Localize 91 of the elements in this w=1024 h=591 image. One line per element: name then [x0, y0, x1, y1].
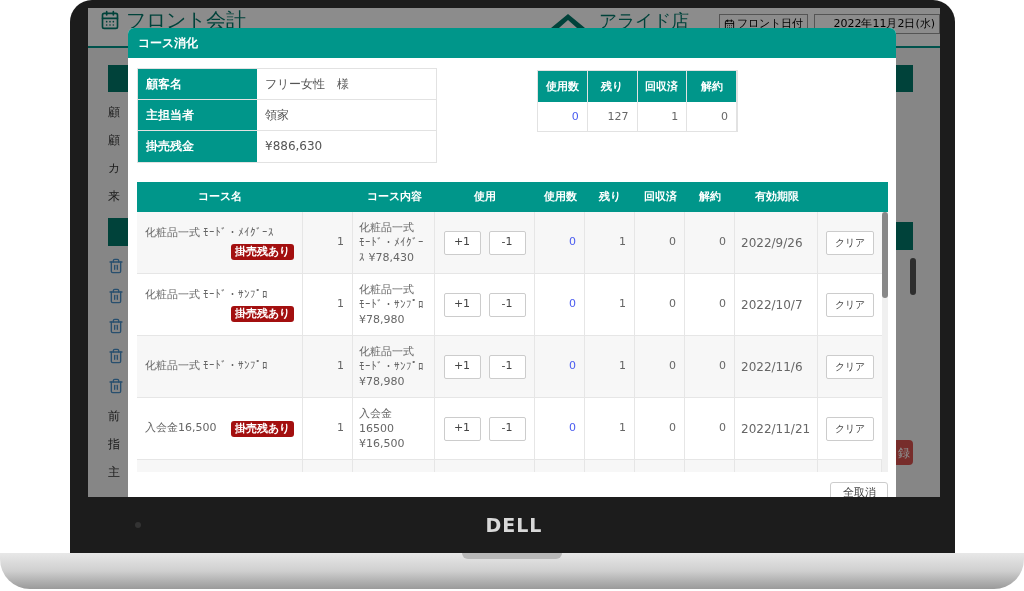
info-value: 領家 [264, 107, 290, 124]
column-header: 解約 [687, 71, 737, 102]
table-cell: 2022/9/26 [735, 212, 818, 273]
info-label: 掛売残金 [138, 131, 257, 162]
column-header: 有効期限 [753, 189, 800, 205]
table-cell: 1 [303, 212, 353, 273]
field-label: 前 [108, 408, 121, 424]
table-cell: 0 [535, 274, 585, 335]
brand-logo: DELL [485, 512, 543, 538]
decrement-button[interactable]: -1 [488, 416, 526, 441]
table-cell: 0 [635, 336, 685, 397]
section-header [896, 65, 913, 92]
table-cell: 0 [535, 336, 585, 397]
column-header: 使用数 [538, 71, 588, 102]
clear-button[interactable]: クリア [826, 354, 874, 379]
clear-button[interactable]: クリア [826, 416, 874, 441]
table-cell: 1 [303, 274, 353, 335]
clear-button[interactable]: クリア [826, 230, 874, 255]
table-cell: 0 [535, 398, 585, 459]
scrollbar[interactable] [910, 258, 916, 295]
trash-icon[interactable] [108, 346, 124, 366]
field-label: 指 [108, 436, 121, 452]
table-cell: 127 [587, 102, 638, 131]
column-header: コース名 [197, 189, 243, 205]
trash-icon[interactable] [108, 316, 124, 336]
column-header: コース内容 [365, 189, 423, 205]
decrement-button[interactable]: -1 [488, 292, 526, 317]
course-content: 化粧品一式 ﾓｰﾄﾞ・ｻﾝﾌﾟﾛ ¥78,980 [359, 344, 424, 389]
calendar-icon [724, 18, 735, 30]
table-cell: 0 [538, 102, 588, 131]
course-content: 入会金 16500 ¥16,500 [359, 406, 405, 451]
info-value: ¥886,630 [264, 138, 324, 155]
balance-badge: 掛売残あり [231, 305, 294, 322]
balance-badge: 掛売残あり [231, 243, 294, 260]
table-cell: 2022/11/21 [735, 398, 818, 459]
section-header [896, 222, 913, 250]
table-cell: 0 [687, 102, 737, 131]
increment-button[interactable]: +1 [443, 416, 481, 441]
balance-badge: 掛売残あり [231, 420, 294, 437]
section-header [108, 218, 130, 246]
column-header: 回収済 [637, 71, 688, 102]
table-cell: 2022/10/7 [735, 274, 818, 335]
increment-button[interactable]: +1 [443, 354, 481, 379]
table-cell: 0 [685, 336, 735, 397]
table-cell: 1 [303, 336, 353, 397]
dialog-title: コース消化 [138, 35, 198, 52]
increment-button[interactable]: +1 [443, 292, 481, 317]
course-name: 化粧品一式 ﾓｰﾄﾞ・ｻﾝﾌﾟﾛ [145, 287, 269, 304]
field-label: 顧 [108, 132, 121, 148]
decrement-button[interactable]: -1 [488, 230, 526, 255]
clear-button[interactable]: クリア [826, 292, 874, 317]
scrollbar[interactable] [882, 212, 888, 298]
course-content: 化粧品一式 ﾓｰﾄﾞ・ｻﾝﾌﾟﾛ ¥78,980 [359, 282, 424, 327]
table-cell: 0 [635, 274, 685, 335]
field-label: 主 [108, 464, 121, 480]
trash-icon[interactable] [108, 376, 124, 396]
table-cell: 2022/11/6 [735, 336, 818, 397]
table-cell: 1 [585, 398, 635, 459]
field-label: 顧 [108, 104, 121, 120]
field-label: 来 [108, 188, 121, 204]
info-label: 顧客名 [138, 69, 257, 99]
trash-icon[interactable] [108, 286, 124, 306]
course-name: 化粧品一式 ﾓｰﾄﾞ・ｻﾝﾌﾟﾛ [145, 358, 269, 375]
column-header: 使用 [473, 189, 497, 205]
table-cell: 0 [685, 398, 735, 459]
course-content: 化粧品一式 ﾓｰﾄﾞ・ﾒｲｸﾞｰｽ ¥78,430 [359, 220, 425, 265]
increment-button[interactable]: +1 [443, 230, 481, 255]
decrement-button[interactable]: -1 [488, 354, 526, 379]
table-cell: 0 [535, 212, 585, 273]
table-cell: 1 [303, 398, 353, 459]
table-cell: 1 [585, 212, 635, 273]
column-header: 回収済 [642, 189, 678, 205]
table-cell: 0 [635, 398, 685, 459]
table-cell: 0 [685, 274, 735, 335]
info-label: 主担当者 [138, 100, 257, 130]
table-cell: 1 [585, 274, 635, 335]
trash-icon[interactable] [108, 256, 124, 276]
table-cell: 1 [585, 336, 635, 397]
table-cell: 0 [685, 212, 735, 273]
column-header: 残り [597, 189, 622, 205]
course-name: 化粧品一式 ﾓｰﾄﾞ・ﾒｲｸﾞｰｽ [145, 225, 275, 242]
column-header: 残り [587, 71, 638, 102]
cancel-all-button[interactable]: 全取消 [830, 482, 888, 497]
column-header: 解約 [698, 189, 722, 205]
table-cell: 0 [635, 212, 685, 273]
column-header: 使用数 [542, 189, 578, 205]
section-header [108, 65, 130, 92]
course-name: 入会金16,500 [145, 420, 217, 437]
table-cell: 1 [637, 102, 688, 131]
field-label: カ [108, 160, 121, 176]
info-value: フリー女性 様 [264, 76, 350, 93]
